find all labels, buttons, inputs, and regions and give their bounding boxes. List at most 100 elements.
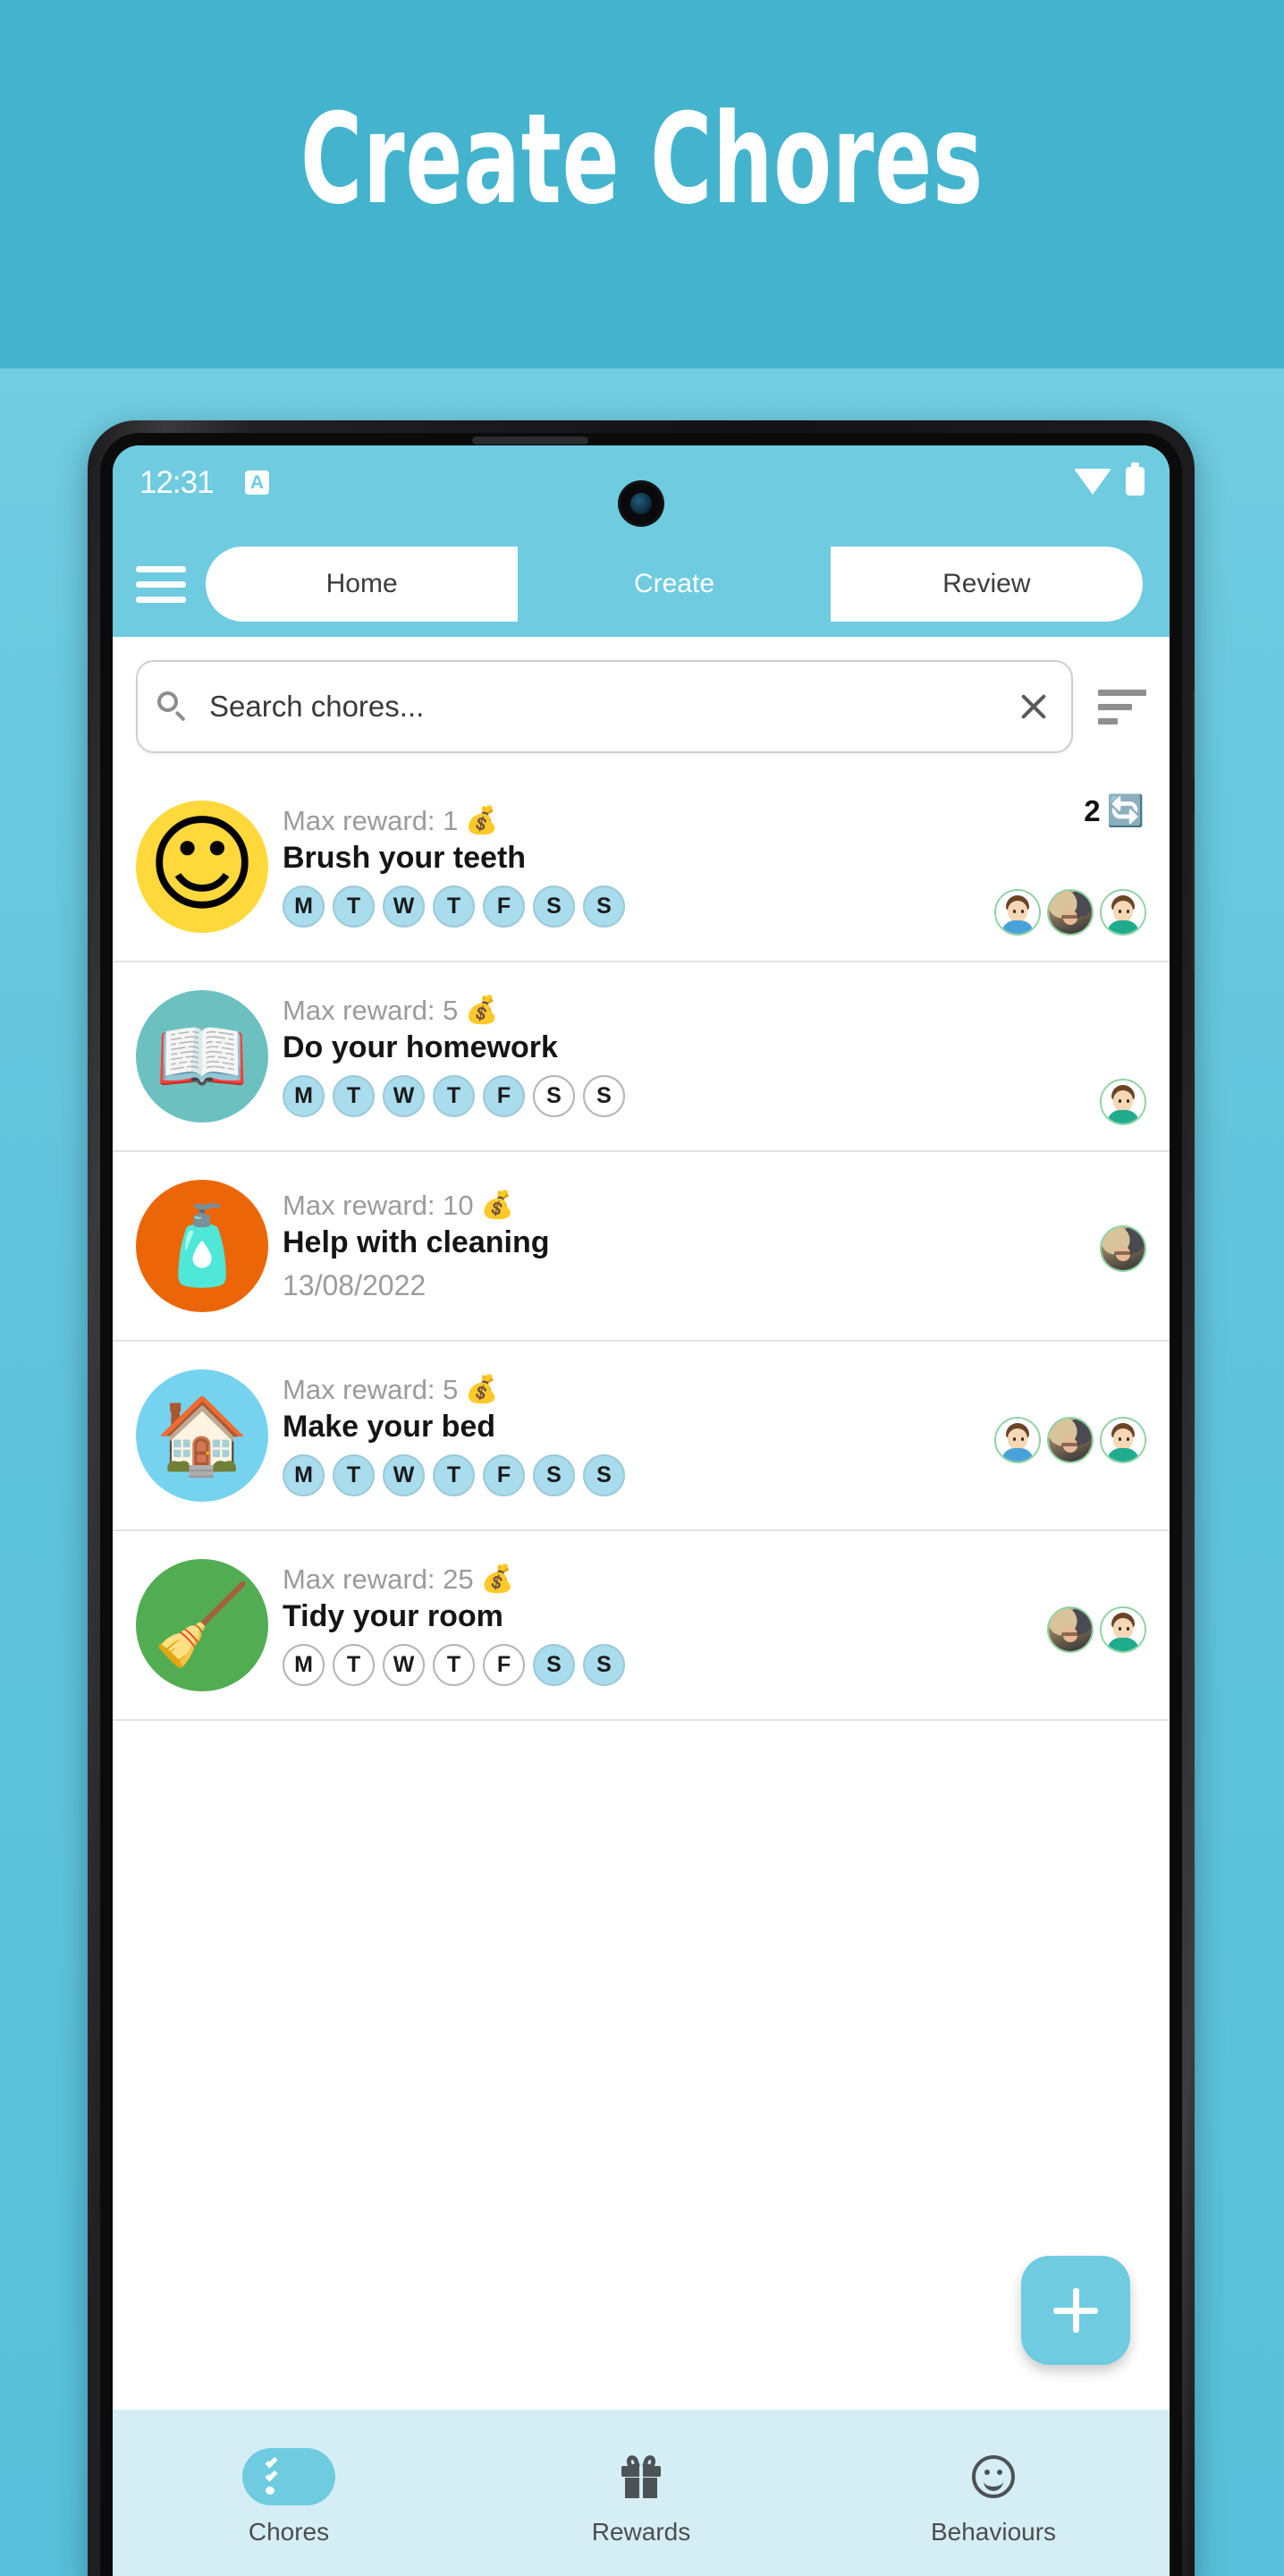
alarm-icon: A: [245, 470, 269, 495]
coin-icon: 💰: [480, 1189, 514, 1221]
day-chip-tue[interactable]: T: [333, 1454, 375, 1497]
close-icon[interactable]: [1016, 689, 1052, 724]
avatar[interactable]: [1100, 889, 1146, 936]
broom-icon: 🧹: [136, 1559, 268, 1691]
tab-create[interactable]: Create: [518, 547, 831, 622]
battery-icon: [1126, 462, 1145, 496]
day-chip-sat[interactable]: S: [533, 886, 575, 928]
nav-item-behaviours[interactable]: Behaviours: [817, 2410, 1170, 2576]
nav-label-behaviours: Behaviours: [930, 2518, 1057, 2546]
assignee-avatars: [1100, 1225, 1146, 1272]
hamburger-line: [136, 565, 186, 572]
avatar[interactable]: [1047, 1606, 1094, 1653]
chore-list-item[interactable]: ☺ Max reward: 1 💰 Brush your teeth M T W…: [113, 773, 1170, 962]
day-chip-wed[interactable]: W: [383, 1075, 425, 1118]
day-chip-mon[interactable]: M: [283, 1454, 325, 1497]
avatar[interactable]: [1100, 1417, 1146, 1463]
chore-details: Max reward: 5 💰 Do your homework M T W T…: [283, 995, 942, 1118]
phone-device-frame: 12:31 A Home Create Review Search chores…: [88, 420, 1195, 2576]
search-box[interactable]: [136, 660, 1073, 753]
day-chip-sat[interactable]: S: [533, 1075, 575, 1118]
spray-bottle-icon: 🧴: [136, 1180, 268, 1312]
nav-item-chores[interactable]: Chores: [113, 2410, 465, 2576]
repeat-count: 2: [1084, 794, 1101, 827]
coin-icon: 💰: [465, 804, 499, 836]
day-chip-sat[interactable]: S: [533, 1644, 575, 1687]
tab-review[interactable]: Review: [831, 547, 1143, 622]
day-chip-mon[interactable]: M: [283, 1075, 325, 1118]
day-chips: M T W T F S S: [283, 1644, 942, 1687]
chore-list: ☺ Max reward: 1 💰 Brush your teeth M T W…: [113, 773, 1170, 1936]
assignee-avatars: [994, 1417, 1146, 1463]
status-badge: 2 🔄: [1084, 794, 1145, 828]
day-chip-wed[interactable]: W: [383, 1644, 425, 1687]
day-chip-sun[interactable]: S: [583, 886, 625, 928]
chore-details: Max reward: 1 💰 Brush your teeth M T W T…: [283, 804, 942, 928]
page-title: Create Chores: [300, 86, 984, 233]
hamburger-icon[interactable]: [136, 565, 186, 603]
sort-line: [1098, 689, 1146, 696]
chore-meta: [942, 1168, 1148, 1324]
day-chip-fri[interactable]: F: [483, 1075, 525, 1118]
avatar[interactable]: [1100, 1225, 1146, 1272]
coin-icon: 💰: [480, 1563, 514, 1595]
gift-icon: [595, 2448, 688, 2505]
day-chip-tue[interactable]: T: [333, 1075, 375, 1118]
chore-list-item[interactable]: 🧴 Max reward: 10 💰 Help with cleaning 13…: [113, 1152, 1170, 1342]
coin-icon: 💰: [465, 1373, 499, 1405]
avatar[interactable]: [1047, 1417, 1094, 1463]
volume-button[interactable]: [1193, 689, 1195, 778]
status-icons: [1074, 462, 1145, 496]
tab-home[interactable]: Home: [206, 547, 518, 622]
chore-list-item[interactable]: 🏠 Max reward: 5 💰 Make your bed M T W T: [113, 1342, 1170, 1531]
list-empty-space: [113, 1721, 1170, 1936]
sort-line: [1098, 703, 1132, 710]
chore-title: Make your bed: [283, 1409, 496, 1444]
day-chip-wed[interactable]: W: [383, 886, 425, 928]
day-chip-sun[interactable]: S: [583, 1075, 625, 1118]
day-chip-thu[interactable]: T: [433, 1454, 475, 1497]
chore-details: Max reward: 10 💰 Help with cleaning 13/0…: [283, 1189, 942, 1302]
day-chip-tue[interactable]: T: [333, 1644, 375, 1687]
day-chip-wed[interactable]: W: [383, 1454, 425, 1497]
earpiece-speaker: [472, 436, 588, 445]
day-chip-thu[interactable]: T: [433, 886, 475, 928]
chore-meta: [942, 979, 1148, 1134]
promo-page: Create Chores 12:31 A Home Create Review…: [0, 0, 1284, 2576]
power-button[interactable]: [1193, 812, 1195, 973]
day-chip-sun[interactable]: S: [583, 1644, 625, 1687]
day-chip-tue[interactable]: T: [333, 886, 375, 928]
day-chips: M T W T F S S: [283, 886, 942, 928]
nav-item-rewards[interactable]: Rewards: [465, 2410, 817, 2576]
chore-list-item[interactable]: 🧹 Max reward: 25 💰 Tidy your room M T W …: [113, 1531, 1170, 1721]
bottom-navigation: Chores Rewards Behaviours: [113, 2410, 1170, 2576]
day-chip-sun[interactable]: S: [583, 1454, 625, 1497]
day-chip-fri[interactable]: F: [483, 886, 525, 928]
add-chore-button[interactable]: [1021, 2256, 1130, 2365]
smiley-face-icon: ☺: [136, 801, 268, 933]
nav-label-rewards: Rewards: [591, 2518, 691, 2546]
status-time: 12:31: [139, 465, 215, 500]
day-chip-mon[interactable]: M: [283, 1644, 325, 1687]
day-chip-mon[interactable]: M: [283, 886, 325, 928]
day-chip-thu[interactable]: T: [433, 1644, 475, 1687]
search-input[interactable]: [188, 689, 1016, 724]
house-icon: 🏠: [136, 1369, 268, 1502]
day-chip-fri[interactable]: F: [483, 1454, 525, 1497]
day-chip-thu[interactable]: T: [433, 1075, 475, 1118]
avatar[interactable]: [1100, 1079, 1146, 1125]
app-bar: Home Create Review: [113, 531, 1170, 637]
day-chip-fri[interactable]: F: [483, 1644, 525, 1687]
avatar[interactable]: [994, 1417, 1041, 1463]
sort-icon[interactable]: [1098, 689, 1146, 724]
day-chip-sat[interactable]: S: [533, 1454, 575, 1497]
chore-list-item[interactable]: 📖 Max reward: 5 💰 Do your homework M T W: [113, 962, 1170, 1152]
avatar[interactable]: [1047, 889, 1094, 936]
avatar[interactable]: [994, 889, 1041, 936]
assignee-avatars: [1100, 1079, 1146, 1125]
day-chips: M T W T F S S: [283, 1454, 942, 1497]
wifi-icon: [1074, 468, 1111, 495]
chore-due-date: 13/08/2022: [283, 1269, 427, 1302]
chore-reward-label: Max reward: 25: [283, 1563, 474, 1595]
avatar[interactable]: [1100, 1606, 1146, 1653]
